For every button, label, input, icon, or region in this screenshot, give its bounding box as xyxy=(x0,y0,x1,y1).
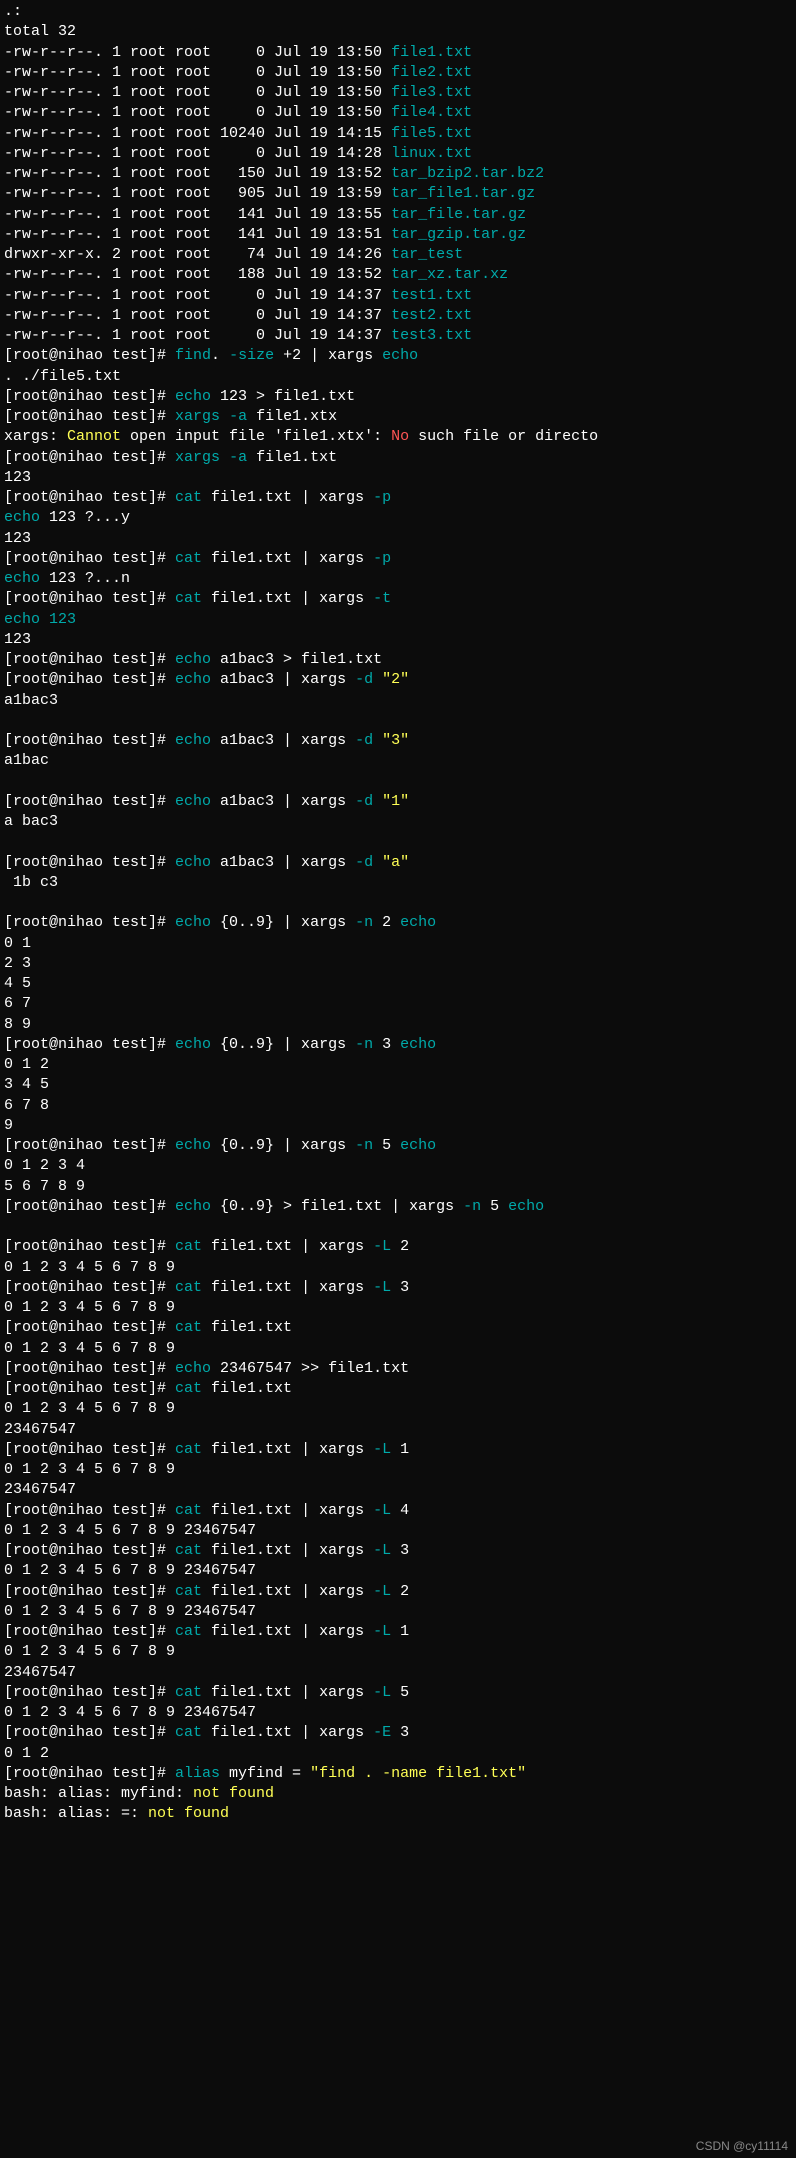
blank-line xyxy=(4,1217,792,1237)
command-line[interactable]: [root@nihao test]# echo {0..9} | xargs -… xyxy=(4,1136,792,1156)
command-line[interactable]: [root@nihao test]# cat file1.txt | xargs… xyxy=(4,1723,792,1743)
command-line[interactable]: [root@nihao test]# cat file1.txt | xargs… xyxy=(4,549,792,569)
command-line[interactable]: [root@nihao test]# cat file1.txt | xargs… xyxy=(4,1622,792,1642)
output-line: 23467547 xyxy=(4,1663,792,1683)
output-line: 6 7 8 xyxy=(4,1096,792,1116)
output-line: 0 1 2 3 4 5 6 7 8 9 23467547 xyxy=(4,1521,792,1541)
command-line[interactable]: [root@nihao test]# echo 23467547 >> file… xyxy=(4,1359,792,1379)
output-line: 0 1 2 3 4 5 6 7 8 9 xyxy=(4,1339,792,1359)
command-line[interactable]: [root@nihao test]# xargs -a file1.txt xyxy=(4,448,792,468)
output-line: 0 1 xyxy=(4,934,792,954)
file-row: -rw-r--r--. 1 root root 0 Jul 19 13:50 f… xyxy=(4,103,792,123)
command-line[interactable]: [root@nihao test]# echo {0..9} > file1.t… xyxy=(4,1197,792,1217)
output-line: a1bac3 xyxy=(4,691,792,711)
xargs-prompt: echo 123 ?...n xyxy=(4,569,792,589)
command-line[interactable]: [root@nihao test]# cat file1.txt | xargs… xyxy=(4,1683,792,1703)
output-line: 0 1 2 xyxy=(4,1055,792,1075)
file-row: -rw-r--r--. 1 root root 0 Jul 19 13:50 f… xyxy=(4,43,792,63)
command-line[interactable]: [root@nihao test]# cat file1.txt | xargs… xyxy=(4,1501,792,1521)
output-line: 0 1 2 3 4 5 6 7 8 9 xyxy=(4,1258,792,1278)
output-line: 123 xyxy=(4,468,792,488)
file-row: drwxr-xr-x. 2 root root 74 Jul 19 14:26 … xyxy=(4,245,792,265)
ls-header: .: xyxy=(4,2,792,22)
file-row: -rw-r--r--. 1 root root 0 Jul 19 13:50 f… xyxy=(4,83,792,103)
bash-error: bash: alias: myfind: not found xyxy=(4,1784,792,1804)
blank-line xyxy=(4,832,792,852)
command-line[interactable]: [root@nihao test]# cat file1.txt | xargs… xyxy=(4,1541,792,1561)
command-line[interactable]: [root@nihao test]# cat file1.txt xyxy=(4,1379,792,1399)
command-line[interactable]: [root@nihao test]# alias myfind = "find … xyxy=(4,1764,792,1784)
command-line[interactable]: [root@nihao test]# echo {0..9} | xargs -… xyxy=(4,913,792,933)
output-line: 0 1 2 3 4 5 6 7 8 9 23467547 xyxy=(4,1602,792,1622)
command-line[interactable]: [root@nihao test]# cat file1.txt | xargs… xyxy=(4,589,792,609)
command-line[interactable]: [root@nihao test]# echo a1bac3 | xargs -… xyxy=(4,731,792,751)
file-row: -rw-r--r--. 1 root root 0 Jul 19 13:50 f… xyxy=(4,63,792,83)
output-line: 23467547 xyxy=(4,1480,792,1500)
xargs-trace: echo 123 xyxy=(4,610,792,630)
file-row: -rw-r--r--. 1 root root 10240 Jul 19 14:… xyxy=(4,124,792,144)
command-line[interactable]: [root@nihao test]# find. -size +2 | xarg… xyxy=(4,346,792,366)
file-row: -rw-r--r--. 1 root root 0 Jul 19 14:37 t… xyxy=(4,326,792,346)
command-line[interactable]: [root@nihao test]# echo a1bac3 | xargs -… xyxy=(4,670,792,690)
blank-line xyxy=(4,711,792,731)
ls-total: total 32 xyxy=(4,22,792,42)
output-line: 0 1 2 3 4 xyxy=(4,1156,792,1176)
output-line: 0 1 2 3 4 5 6 7 8 9 23467547 xyxy=(4,1703,792,1723)
output-line: 23467547 xyxy=(4,1420,792,1440)
file-row: -rw-r--r--. 1 root root 141 Jul 19 13:55… xyxy=(4,205,792,225)
output-line: 8 9 xyxy=(4,1015,792,1035)
command-line[interactable]: [root@nihao test]# xargs -a file1.xtx xyxy=(4,407,792,427)
command-line[interactable]: [root@nihao test]# cat file1.txt | xargs… xyxy=(4,1440,792,1460)
output-line: 123 xyxy=(4,630,792,650)
file-row: -rw-r--r--. 1 root root 150 Jul 19 13:52… xyxy=(4,164,792,184)
command-line[interactable]: [root@nihao test]# cat file1.txt xyxy=(4,1318,792,1338)
command-line[interactable]: [root@nihao test]# echo 123 > file1.txt xyxy=(4,387,792,407)
error-line: xargs: Cannot open input file 'file1.xtx… xyxy=(4,427,792,447)
file-row: -rw-r--r--. 1 root root 0 Jul 19 14:37 t… xyxy=(4,286,792,306)
xargs-prompt: echo 123 ?...y xyxy=(4,508,792,528)
output-line: a1bac xyxy=(4,751,792,771)
output-line: 9 xyxy=(4,1116,792,1136)
command-line[interactable]: [root@nihao test]# echo a1bac3 > file1.t… xyxy=(4,650,792,670)
output-line: 123 xyxy=(4,529,792,549)
file-row: -rw-r--r--. 1 root root 905 Jul 19 13:59… xyxy=(4,184,792,204)
command-line[interactable]: [root@nihao test]# cat file1.txt | xargs… xyxy=(4,488,792,508)
command-line[interactable]: [root@nihao test]# cat file1.txt | xargs… xyxy=(4,1582,792,1602)
output-line: 0 1 2 3 4 5 6 7 8 9 xyxy=(4,1642,792,1662)
file-row: -rw-r--r--. 1 root root 141 Jul 19 13:51… xyxy=(4,225,792,245)
output-line: 0 1 2 3 4 5 6 7 8 9 xyxy=(4,1399,792,1419)
command-line[interactable]: [root@nihao test]# echo a1bac3 | xargs -… xyxy=(4,853,792,873)
command-line[interactable]: [root@nihao test]# cat file1.txt | xargs… xyxy=(4,1278,792,1298)
output-line: 6 7 xyxy=(4,994,792,1014)
command-line[interactable]: [root@nihao test]# cat file1.txt | xargs… xyxy=(4,1237,792,1257)
output-line: 0 1 2 xyxy=(4,1744,792,1764)
output-line: 5 6 7 8 9 xyxy=(4,1177,792,1197)
blank-line xyxy=(4,893,792,913)
output-line: a bac3 xyxy=(4,812,792,832)
terminal-output[interactable]: .:total 32-rw-r--r--. 1 root root 0 Jul … xyxy=(0,0,796,1827)
output-line: 4 5 xyxy=(4,974,792,994)
bash-error: bash: alias: =: not found xyxy=(4,1804,792,1824)
blank-line xyxy=(4,772,792,792)
file-row: -rw-r--r--. 1 root root 188 Jul 19 13:52… xyxy=(4,265,792,285)
file-row: -rw-r--r--. 1 root root 0 Jul 19 14:37 t… xyxy=(4,306,792,326)
command-line[interactable]: [root@nihao test]# echo {0..9} | xargs -… xyxy=(4,1035,792,1055)
output-line: . ./file5.txt xyxy=(4,367,792,387)
output-line: 0 1 2 3 4 5 6 7 8 9 23467547 xyxy=(4,1561,792,1581)
output-line: 0 1 2 3 4 5 6 7 8 9 xyxy=(4,1460,792,1480)
output-line: 3 4 5 xyxy=(4,1075,792,1095)
output-line: 1b c3 xyxy=(4,873,792,893)
command-line[interactable]: [root@nihao test]# echo a1bac3 | xargs -… xyxy=(4,792,792,812)
output-line: 2 3 xyxy=(4,954,792,974)
watermark: CSDN @cy11114 xyxy=(696,2138,788,2154)
output-line: 0 1 2 3 4 5 6 7 8 9 xyxy=(4,1298,792,1318)
file-row: -rw-r--r--. 1 root root 0 Jul 19 14:28 l… xyxy=(4,144,792,164)
